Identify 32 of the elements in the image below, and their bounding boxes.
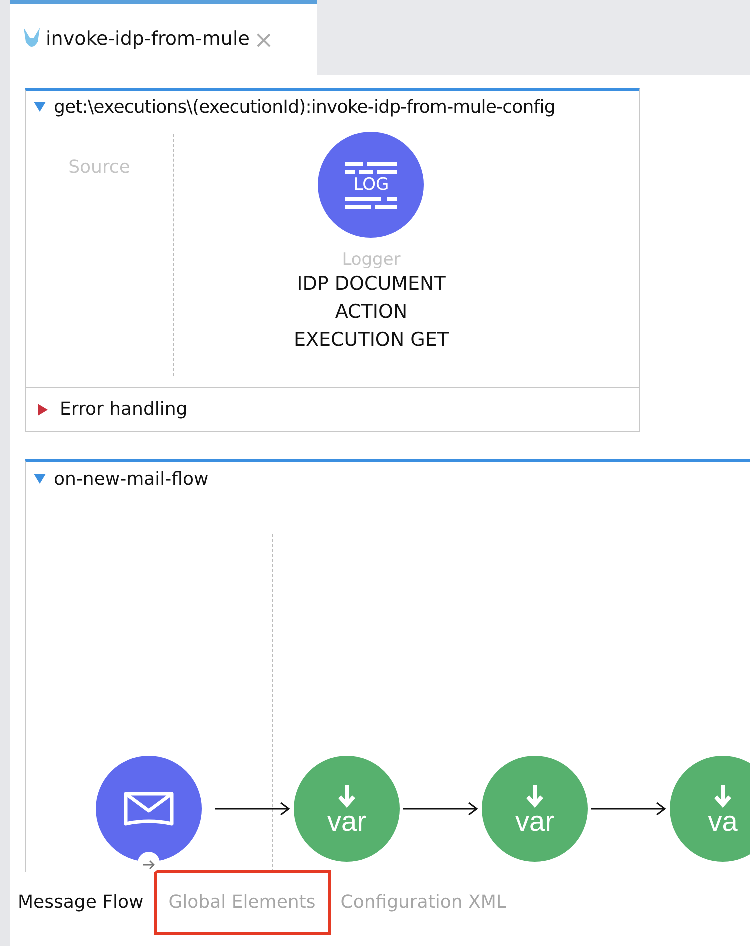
envelope-icon	[123, 791, 175, 827]
node-glyph: va	[708, 807, 738, 837]
editor-view-tab[interactable]: Message Flow	[18, 872, 144, 932]
set-variable-node[interactable]: var	[294, 756, 400, 862]
error-handling-label: Error handling	[60, 398, 188, 422]
set-variable-node[interactable]: var	[482, 756, 588, 862]
set-variable-node[interactable]: va	[670, 756, 750, 862]
close-icon[interactable]: ×	[254, 28, 274, 52]
expand-triangle-icon[interactable]	[38, 404, 48, 416]
editor-tab[interactable]: invoke-idp-from-mule ×	[10, 0, 317, 75]
flow-header[interactable]: get:\executions\(executionId):invoke-idp-from-mule-config	[26, 91, 639, 123]
flow-name: get:\executions\(executionId):invoke-idp-from-mule-config	[54, 96, 556, 120]
node-title: EXECUTION GET	[294, 328, 449, 353]
log-lines-icon	[345, 196, 398, 208]
tab-title: invoke-idp-from-mule	[46, 27, 250, 52]
node-glyph: var	[328, 807, 366, 837]
log-lines-icon	[345, 162, 398, 174]
collapse-triangle-icon[interactable]	[34, 474, 46, 484]
editor-view-tab[interactable]: Global Elements	[154, 870, 331, 934]
node-glyph: LOG	[354, 176, 390, 194]
node-type: Logger	[342, 250, 401, 270]
source-label: Source	[68, 156, 130, 178]
flow-header[interactable]: on-new-mail-flow	[26, 462, 750, 496]
node-title: ACTION	[335, 300, 408, 325]
flow-name: on-new-mail-flow	[54, 468, 209, 492]
node-glyph: var	[516, 807, 554, 837]
editor-view-tab[interactable]: Configuration XML	[340, 872, 506, 932]
error-handling-header[interactable]: Error handling	[26, 387, 639, 431]
node-title: IDP DOCUMENT	[297, 272, 446, 297]
arrow-badge-icon	[138, 852, 160, 874]
logger-node[interactable]: LOG	[318, 132, 424, 238]
collapse-triangle-icon[interactable]	[34, 102, 46, 112]
